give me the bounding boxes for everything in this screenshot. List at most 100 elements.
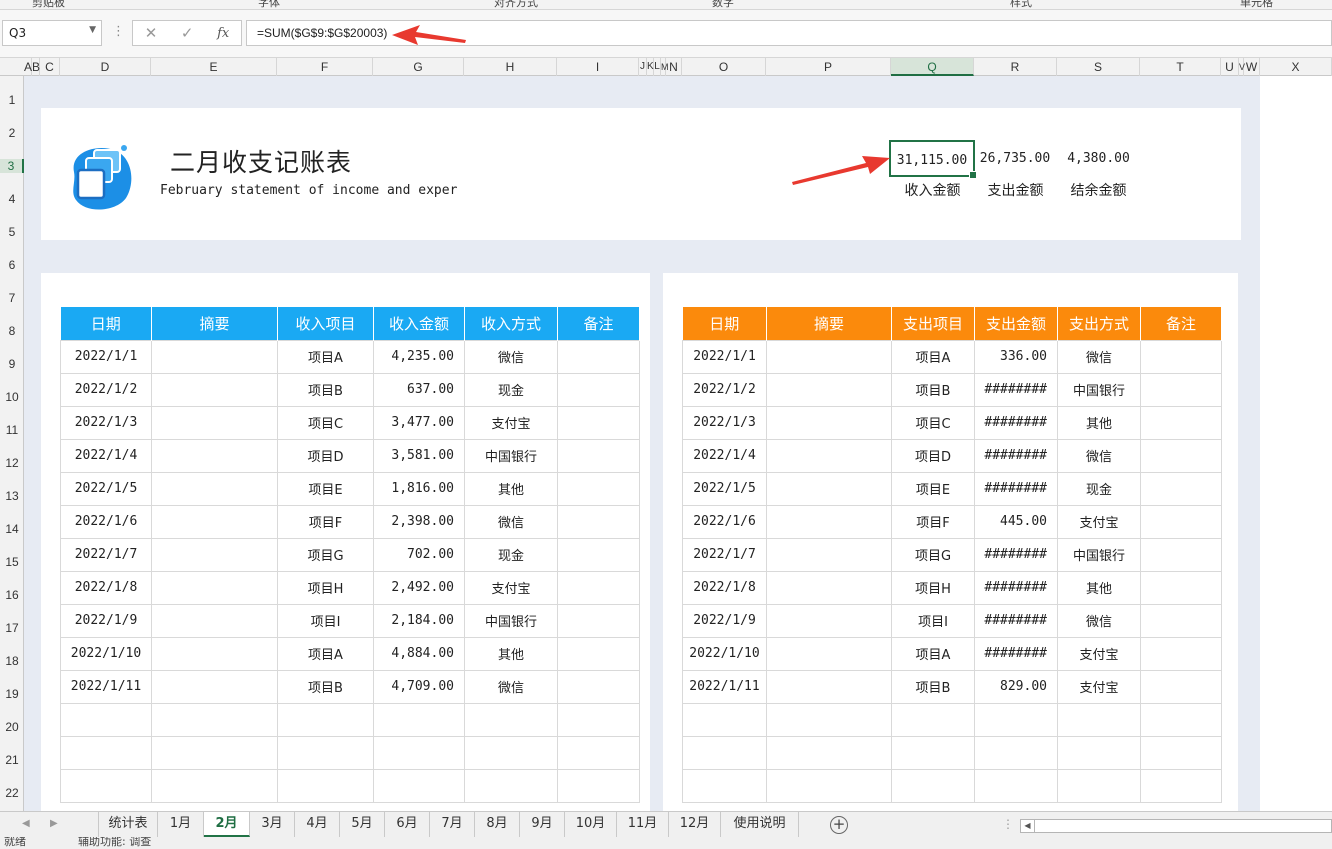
expense-cell[interactable]	[766, 603, 892, 638]
row-header[interactable]: 14	[0, 522, 24, 536]
row-header[interactable]: 16	[0, 588, 24, 602]
row-header[interactable]: 11	[0, 423, 24, 437]
income-cell[interactable]	[60, 768, 152, 803]
income-cell[interactable]: 3,477.00	[373, 405, 465, 440]
income-cell[interactable]	[151, 768, 278, 803]
income-cell[interactable]	[557, 603, 640, 638]
income-cell[interactable]: 中国银行	[464, 438, 558, 473]
expense-cell[interactable]: 2022/1/2	[682, 372, 767, 407]
column-header-e[interactable]: E	[151, 58, 277, 76]
column-header-r[interactable]: R	[974, 58, 1057, 76]
income-cell[interactable]	[151, 636, 278, 671]
scroll-right-icon[interactable]: ▶	[50, 812, 58, 837]
income-cell[interactable]	[151, 537, 278, 572]
tab-mar[interactable]: 3月	[250, 812, 295, 837]
expense-cell[interactable]: 微信	[1057, 339, 1141, 374]
income-cell[interactable]	[151, 735, 278, 770]
column-header-q[interactable]: Q	[891, 58, 974, 76]
expense-cell[interactable]	[974, 735, 1058, 770]
expense-cell[interactable]: 微信	[1057, 438, 1141, 473]
row-header[interactable]: 17	[0, 621, 24, 635]
column-header-b[interactable]: B	[32, 58, 40, 76]
column-header-d[interactable]: D	[60, 58, 151, 76]
income-cell[interactable]	[373, 735, 465, 770]
scroll-left-icon[interactable]: ◀	[22, 812, 30, 837]
page-title[interactable]: 二月收支记账表	[170, 143, 352, 179]
income-cell[interactable]: 4,235.00	[373, 339, 465, 374]
expense-cell[interactable]: ########	[974, 537, 1058, 572]
expense-cell[interactable]	[682, 702, 767, 737]
income-cell[interactable]: 现金	[464, 372, 558, 407]
horizontal-scrollbar[interactable]: ◀	[1020, 819, 1332, 833]
expense-cell[interactable]: 支付宝	[1057, 636, 1141, 671]
expense-cell[interactable]: ########	[974, 636, 1058, 671]
expense-cell[interactable]	[974, 768, 1058, 803]
row-header[interactable]: 18	[0, 654, 24, 668]
expense-cell[interactable]	[766, 372, 892, 407]
expense-cell[interactable]: 项目B	[891, 372, 975, 407]
income-cell[interactable]	[557, 702, 640, 737]
expense-cell[interactable]	[766, 735, 892, 770]
expense-cell[interactable]	[1057, 702, 1141, 737]
income-cell[interactable]: 微信	[464, 504, 558, 539]
income-cell[interactable]	[557, 339, 640, 374]
expense-cell[interactable]: 2022/1/11	[682, 669, 767, 704]
expense-cell[interactable]: 2022/1/3	[682, 405, 767, 440]
expense-total-cell[interactable]: 26,735.00	[975, 140, 1055, 177]
tab-apr[interactable]: 4月	[295, 812, 340, 837]
column-header-s[interactable]: S	[1057, 58, 1140, 76]
income-cell[interactable]: 项目F	[277, 504, 374, 539]
income-cell[interactable]: 项目A	[277, 636, 374, 671]
income-cell[interactable]: 1,816.00	[373, 471, 465, 506]
income-cell[interactable]	[557, 438, 640, 473]
expense-column-header[interactable]: 摘要	[766, 307, 892, 340]
income-cell[interactable]: 支付宝	[464, 570, 558, 605]
expense-cell[interactable]	[766, 471, 892, 506]
tab-aug[interactable]: 8月	[475, 812, 520, 837]
expense-cell[interactable]: 项目F	[891, 504, 975, 539]
expense-cell[interactable]: ########	[974, 471, 1058, 506]
income-cell[interactable]: 项目I	[277, 603, 374, 638]
income-cell[interactable]	[151, 702, 278, 737]
income-cell[interactable]	[557, 768, 640, 803]
expense-cell[interactable]	[1140, 438, 1222, 473]
income-cell[interactable]: 2022/1/7	[60, 537, 152, 572]
fx-icon[interactable]: fx	[217, 26, 229, 41]
income-column-header[interactable]: 收入方式	[464, 307, 558, 340]
income-cell[interactable]	[277, 702, 374, 737]
row-header[interactable]: 22	[0, 786, 24, 800]
income-cell[interactable]	[373, 702, 465, 737]
income-cell[interactable]: 2,398.00	[373, 504, 465, 539]
column-header-j[interactable]: J	[639, 58, 647, 76]
row-header[interactable]: 12	[0, 456, 24, 470]
income-cell[interactable]: 2022/1/2	[60, 372, 152, 407]
income-cell[interactable]	[60, 702, 152, 737]
tab-may[interactable]: 5月	[340, 812, 385, 837]
income-cell[interactable]	[151, 372, 278, 407]
income-column-header[interactable]: 摘要	[151, 307, 278, 340]
column-header-w[interactable]: W	[1244, 58, 1260, 76]
column-header-k[interactable]: K	[647, 58, 654, 76]
income-cell[interactable]	[557, 636, 640, 671]
income-cell[interactable]	[151, 471, 278, 506]
expense-cell[interactable]: ########	[974, 405, 1058, 440]
expense-cell[interactable]	[1057, 735, 1141, 770]
income-cell[interactable]	[464, 735, 558, 770]
expense-cell[interactable]	[766, 570, 892, 605]
income-cell[interactable]	[557, 735, 640, 770]
dropdown-icon[interactable]: ▼	[89, 25, 96, 35]
income-cell[interactable]: 4,709.00	[373, 669, 465, 704]
tab-stats[interactable]: 统计表	[98, 812, 158, 837]
expense-cell[interactable]	[1140, 636, 1222, 671]
income-cell[interactable]: 702.00	[373, 537, 465, 572]
row-header[interactable]: 8	[0, 324, 24, 338]
income-cell[interactable]: 项目D	[277, 438, 374, 473]
add-sheet-icon[interactable]: +	[830, 816, 848, 834]
row-header-active[interactable]: 3	[0, 159, 24, 173]
expense-cell[interactable]	[766, 339, 892, 374]
expense-cell[interactable]: 项目E	[891, 471, 975, 506]
tab-oct[interactable]: 10月	[565, 812, 617, 837]
column-header-n[interactable]: N	[666, 58, 682, 76]
expense-cell[interactable]	[1140, 735, 1222, 770]
expense-cell[interactable]: ########	[974, 570, 1058, 605]
